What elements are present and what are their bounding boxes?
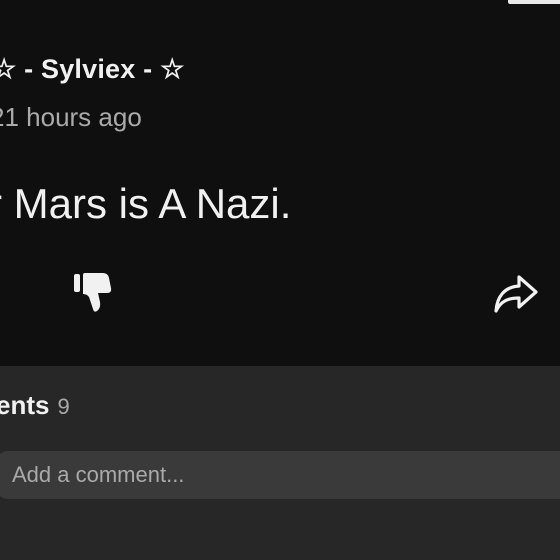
comment-input[interactable] — [0, 451, 560, 499]
share-arrow-icon — [494, 275, 538, 313]
progress-indicator — [508, 0, 560, 4]
top-divider — [0, 0, 560, 6]
post-body: r Mars is A Nazi. — [0, 180, 292, 227]
post-author[interactable]: ☆ - Sylviex - ☆ — [0, 54, 184, 85]
thumbs-down-icon — [74, 273, 112, 312]
comments-title: ents — [0, 390, 50, 420]
comments-header[interactable]: ents 9 — [0, 390, 70, 421]
comments-count: 9 — [57, 394, 70, 419]
share-button[interactable] — [493, 273, 539, 315]
dislike-button[interactable] — [72, 270, 114, 314]
comments-panel: ents 9 — [0, 366, 560, 560]
post-timestamp: 21 hours ago — [0, 102, 142, 132]
